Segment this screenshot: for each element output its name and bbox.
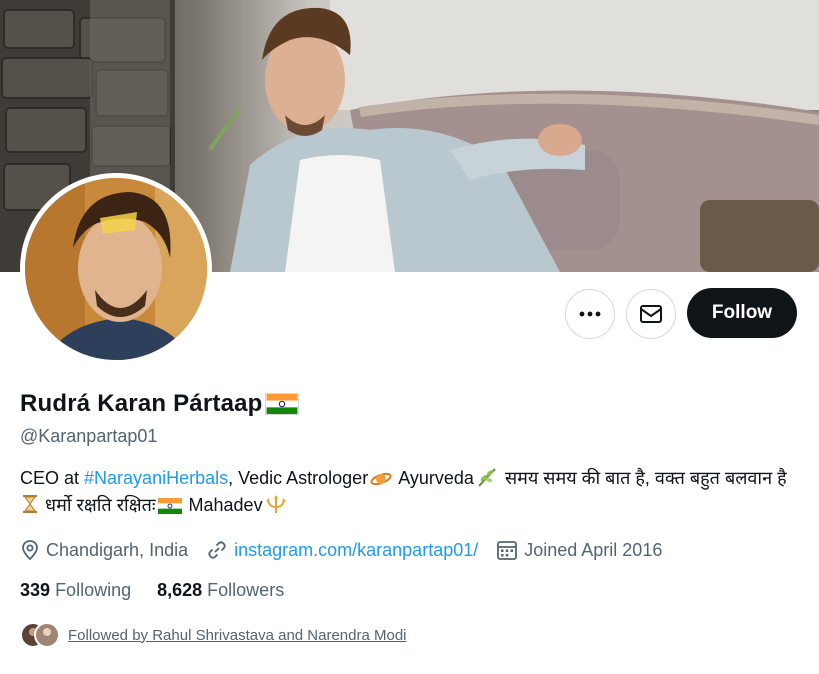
message-button[interactable] xyxy=(626,289,676,339)
followers-link[interactable]: 8,628 Followers xyxy=(157,580,284,601)
location-text: Chandigarh, India xyxy=(46,539,189,560)
hourglass-emoji-icon xyxy=(23,495,37,513)
follow-button[interactable]: Follow xyxy=(687,288,797,338)
bio-text: , Vedic Astrologer xyxy=(228,468,369,488)
joined-text: Joined April 2016 xyxy=(524,539,663,560)
hashtag-link[interactable]: #NarayaniHerbals xyxy=(84,468,228,488)
website-item[interactable]: instagram.com/karanpartap01/ xyxy=(206,539,478,561)
more-icon xyxy=(579,311,601,317)
follow-stats: 339 Following 8,628 Followers xyxy=(20,580,310,601)
bio-text: Ayurveda xyxy=(394,468,474,488)
india-flag-icon xyxy=(264,393,299,415)
website-link[interactable]: instagram.com/karanpartap01/ xyxy=(234,540,478,561)
bio-text: CEO at xyxy=(20,468,85,488)
calendar-icon xyxy=(497,541,518,560)
followers-count: 8,628 xyxy=(157,580,203,600)
name-row: Rudrá Karan Pártaap xyxy=(20,390,299,418)
bio-text: समय समय की बात है, वक्त बहुत बलवान है xyxy=(499,468,787,488)
herb-emoji-icon xyxy=(478,468,496,487)
profile-avatar[interactable] xyxy=(20,173,212,365)
more-button[interactable] xyxy=(565,289,615,339)
envelope-icon xyxy=(640,305,662,323)
profile-bio: CEO at #NarayaniHerbals, Vedic Astrologe… xyxy=(20,465,800,519)
location-pin-icon xyxy=(22,540,38,561)
following-link[interactable]: 339 Following xyxy=(20,580,131,601)
followers-you-know-avatars xyxy=(20,622,60,648)
location-item: Chandigarh, India xyxy=(20,539,188,561)
link-icon xyxy=(208,541,226,559)
following-label: Following xyxy=(55,580,132,600)
followed-by-row[interactable]: Followed by Rahul Shrivastava and Narend… xyxy=(20,622,407,648)
planet-emoji-icon xyxy=(370,472,392,486)
trident-emoji-icon xyxy=(266,495,286,513)
bio-text: धर्मो रक्षति रक्षितः xyxy=(40,495,156,515)
avatar-photo xyxy=(25,178,207,360)
joined-item: Joined April 2016 xyxy=(496,539,662,561)
profile-meta: Chandigarh, India instagram.com/karanpar… xyxy=(20,536,680,564)
following-count: 339 xyxy=(20,580,51,600)
followers-label: Followers xyxy=(207,580,285,600)
display-name: Rudrá Karan Pártaap xyxy=(20,390,263,417)
user-handle: @Karanpartap01 xyxy=(20,426,158,446)
bio-text: Mahadev xyxy=(183,495,263,515)
followed-by-text[interactable]: Followed by Rahul Shrivastava and Narend… xyxy=(68,627,407,644)
india-flag-emoji-icon xyxy=(157,498,182,514)
